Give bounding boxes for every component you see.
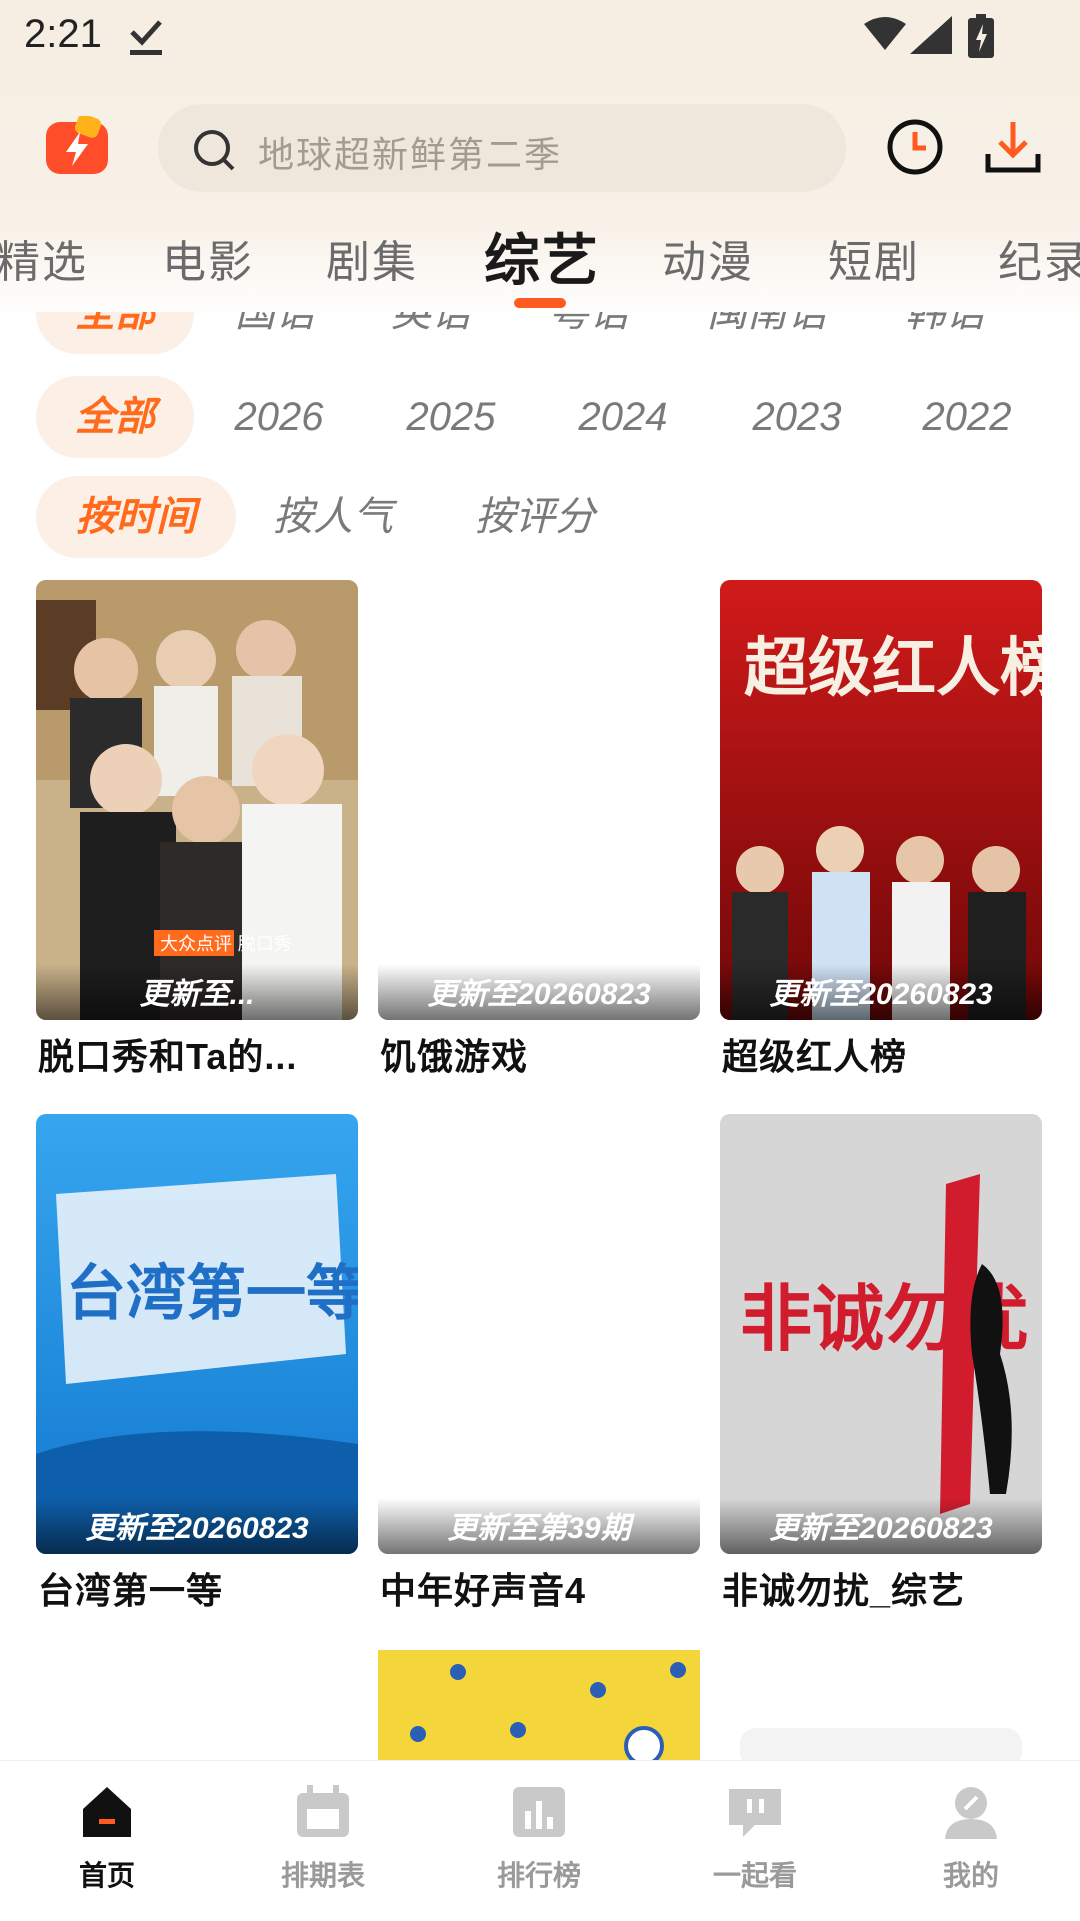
signal-icon [910,16,952,54]
tab-featured[interactable]: 精选 [0,226,88,290]
show-title: 非诚勿扰_综艺 [722,1570,966,1611]
nav-home-label: 首页 [78,1860,135,1891]
sort-filter-row: 按时间 按人气 按评分 [0,476,1080,558]
filter-year-all[interactable]: 全部 [36,376,194,458]
search-icon [194,130,235,171]
filter-year-2025[interactable]: 2025 [386,376,516,458]
search-placeholder: 地球超新鲜第二季 [258,134,563,175]
nav-ranking[interactable]: 排行榜 [474,1783,604,1894]
profile-icon [945,1787,997,1839]
poster-image: 台湾第一等 [36,1114,358,1554]
show-title: 台湾第一等 [38,1570,224,1611]
update-badge: 更新至20260823 [720,1498,1042,1554]
show-poster: 台湾第一等 更新至20260823 [36,1114,358,1554]
sort-by-rating[interactable]: 按评分 [460,476,610,558]
history-icon[interactable] [886,118,944,176]
filter-year-2022[interactable]: 2022 [902,376,1032,458]
battery-icon [968,14,994,58]
show-card[interactable] [378,1650,700,1760]
poster-text: 大众点评 脱口秀 [160,934,292,955]
active-tab-indicator [514,298,566,308]
home-icon [83,1787,131,1837]
tab-anime[interactable]: 动漫 [662,226,754,290]
poster-text: 台湾第一等 [66,1259,358,1329]
filter-language-all[interactable]: 全部 [36,312,194,354]
tab-documentary[interactable]: 纪录 [998,226,1080,290]
nav-profile[interactable]: 我的 [906,1783,1036,1894]
chat-icon [729,1789,781,1837]
show-title: 中年好声音4 [380,1570,587,1611]
sort-by-popularity[interactable]: 按人气 [258,476,408,558]
update-badge: 更新至... [36,964,358,1020]
show-poster: 大众点评 脱口秀 更新至... [36,580,358,1020]
show-poster: 非诚勿扰 更新至20260823 [720,1114,1042,1554]
update-badge: 更新至第39期 [378,1498,700,1554]
filter-language-cantonese[interactable]: 粤语 [524,312,654,354]
tab-short-drama[interactable]: 短剧 [828,226,920,290]
show-title: 超级红人榜 [722,1036,908,1077]
nav-schedule[interactable]: 排期表 [258,1783,388,1894]
filter-year-2026[interactable]: 2026 [214,376,344,458]
status-bar: 2:21 [0,0,1080,80]
status-time: 2:21 [24,12,102,56]
filter-year-2023[interactable]: 2023 [732,376,862,458]
tab-variety[interactable]: 综艺 [484,216,600,297]
nav-ranking-label: 排行榜 [496,1860,581,1891]
filter-language-korean[interactable]: 韩语 [880,312,1010,354]
tab-series[interactable]: 剧集 [326,226,418,290]
download-icon[interactable] [984,118,1042,176]
poster-image: 大众点评 脱口秀 [36,580,358,1020]
year-filter-row: 全部 2026 2025 2024 2023 2022 [0,376,1080,458]
filter-language-minnan[interactable]: 闽南语 [690,312,844,354]
update-badge: 更新至20260823 [720,964,1042,1020]
poster-image: 非诚勿扰 [720,1114,1042,1554]
update-badge: 更新至20260823 [36,1498,358,1554]
sort-by-time[interactable]: 按时间 [36,476,236,558]
show-title: 脱口秀和Ta的... [38,1036,298,1077]
show-poster: 超级红人榜 2010 更新至20260823 [720,580,1042,1020]
language-filter-row: 全部 国语 英语 粤语 闽南语 韩语 [0,312,1080,356]
poster-text: 超级红人榜 2010 [744,631,1042,706]
filter-year-2024[interactable]: 2024 [558,376,688,458]
wifi-icon [864,17,906,50]
show-poster: 更新至第39期 [378,1114,700,1554]
ranking-icon [513,1787,565,1837]
poster-image: 超级红人榜 2010 [720,580,1042,1020]
nav-watch-together[interactable]: 一起看 [690,1783,820,1894]
show-title: 饥饿游戏 [380,1036,529,1077]
filter-language-english[interactable]: 英语 [366,312,496,354]
download-done-icon [130,20,162,55]
show-poster: 更新至20260823 [378,580,700,1020]
poster-image [378,1650,700,1760]
search-bar[interactable]: 地球超新鲜第二季 [158,104,846,192]
calendar-icon [297,1785,349,1837]
filter-language-mandarin[interactable]: 国语 [210,312,340,354]
update-badge: 更新至20260823 [378,964,700,1020]
nav-profile-label: 我的 [942,1860,999,1891]
app-logo-icon[interactable] [46,116,108,174]
nav-watch-together-label: 一起看 [712,1860,797,1891]
tab-movies[interactable]: 电影 [162,226,254,290]
nav-home[interactable]: 首页 [42,1783,172,1894]
bottom-navigation: 首页 排期表 排行榜 一起看 我的 [0,1760,1080,1921]
nav-schedule-label: 排期表 [280,1860,365,1891]
